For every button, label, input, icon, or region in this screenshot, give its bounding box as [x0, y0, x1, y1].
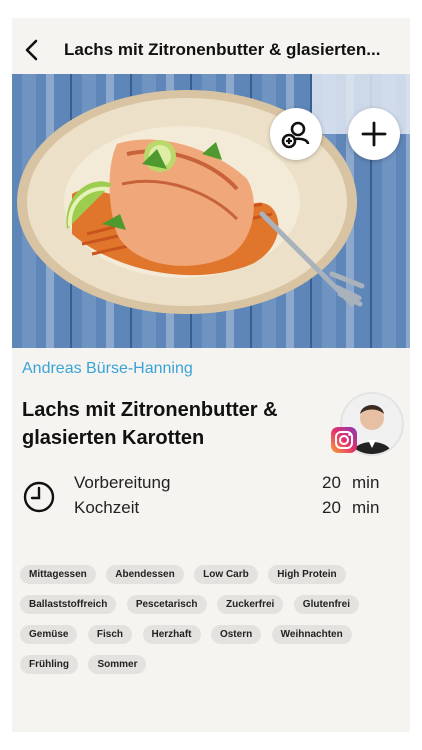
tag-chip[interactable]: Ostern — [210, 625, 262, 644]
tag-chip[interactable]: Abendessen — [106, 565, 184, 584]
tag-chip[interactable]: Gemüse — [20, 625, 78, 644]
prep-time-label: Vorbereitung — [74, 473, 171, 492]
tag-chip[interactable]: Ballaststoffreich — [20, 595, 117, 614]
tag-chip[interactable]: Herzhaft — [142, 625, 201, 644]
cook-time-label: Kochzeit — [74, 498, 140, 517]
tag-chip[interactable]: Zuckerfrei — [216, 595, 284, 614]
users-icon — [281, 121, 310, 149]
author-link[interactable]: Andreas Bürse-Hanning — [22, 360, 193, 378]
prep-time-unit: min — [352, 473, 380, 492]
tag-chip[interactable]: High Protein — [268, 565, 346, 584]
navigation-bar: Lachs mit Zitronenbutter & glasierten... — [12, 18, 410, 80]
clock-icon — [22, 480, 56, 514]
share-with-friends-button[interactable] — [270, 108, 322, 160]
recipe-title: Lachs mit Zitronenbutter & glasierten Ka… — [22, 399, 278, 449]
prep-time-value: 20 — [322, 473, 341, 492]
recipe-photo — [12, 74, 410, 348]
instagram-icon[interactable] — [330, 426, 358, 454]
tag-chip[interactable]: Glutenfrei — [293, 595, 360, 614]
cook-time-value: 20 — [322, 498, 341, 517]
back-button[interactable] — [18, 36, 46, 64]
tag-chip[interactable]: Sommer — [88, 655, 147, 674]
tag-chip[interactable]: Pescetarisch — [126, 595, 207, 614]
tag-chip[interactable]: Fisch — [87, 625, 133, 644]
tag-list: Mittagessen Abendessen Low Carb High Pro… — [20, 564, 406, 684]
plus-icon — [361, 121, 387, 147]
chevron-left-icon — [25, 39, 38, 61]
tag-chip[interactable]: Low Carb — [194, 565, 258, 584]
screen: Lachs mit Zitronenbutter & glasierten... — [12, 18, 410, 732]
add-recipe-button[interactable] — [348, 108, 400, 160]
tag-chip[interactable]: Mittagessen — [20, 565, 96, 584]
tag-chip[interactable]: Weihnachten — [271, 625, 352, 644]
cook-time-unit: min — [352, 498, 380, 517]
page-title: Lachs mit Zitronenbutter & glasierten... — [64, 40, 381, 59]
tag-chip[interactable]: Frühling — [20, 655, 78, 674]
